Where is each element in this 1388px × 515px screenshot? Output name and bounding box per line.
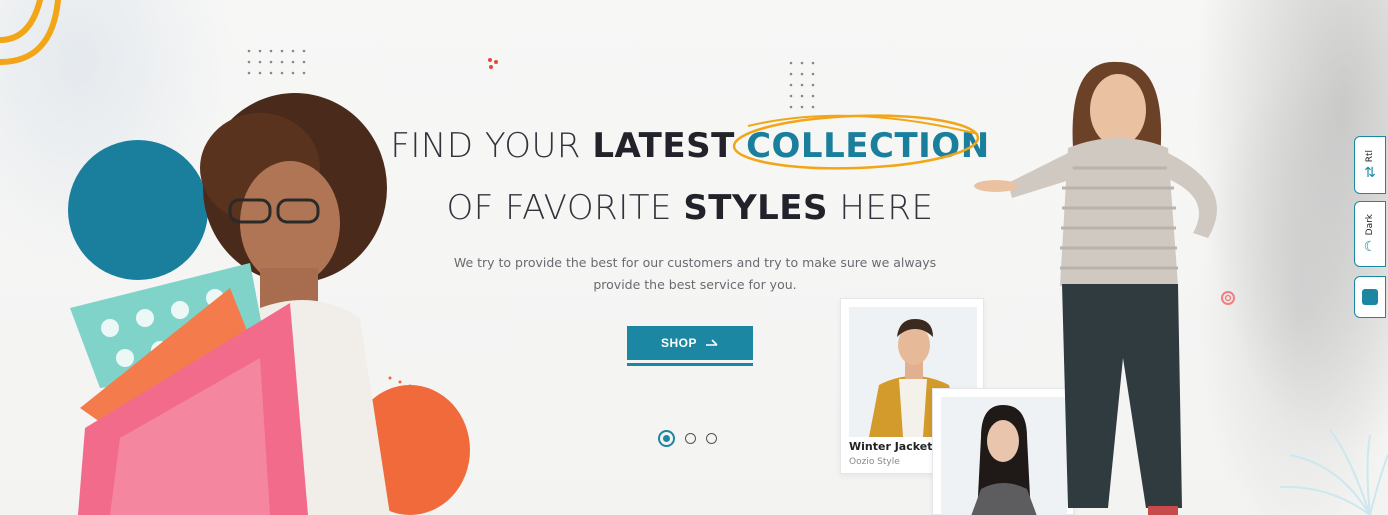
dot-grid-decoration xyxy=(247,49,306,75)
product-name: Winter Jacket xyxy=(849,440,933,453)
headline-light-text: OF FAVORITE xyxy=(446,188,672,228)
color-swatch-button[interactable] xyxy=(1354,276,1386,318)
slider-pagination xyxy=(658,430,717,447)
highlight-ring-decoration xyxy=(732,114,980,170)
rtl-label: Rtl xyxy=(1365,149,1375,163)
headline-bold-text: LATEST xyxy=(592,126,735,166)
orange-arc-decoration xyxy=(0,0,61,65)
red-dot-decoration xyxy=(488,58,498,69)
moon-icon: ☾ xyxy=(1363,238,1377,255)
dark-label: Dark xyxy=(1365,214,1375,236)
leaf-decoration xyxy=(1279,429,1388,515)
slide-dot-3[interactable] xyxy=(706,433,717,444)
swap-icon: ⇅ xyxy=(1364,165,1376,182)
rtl-toggle-button[interactable]: Rtl ⇅ xyxy=(1354,136,1386,194)
hero-banner: FIND YOUR LATEST COLLECTION OF FAVORITE … xyxy=(0,0,1388,515)
hero-description: We try to provide the best for our custo… xyxy=(440,252,950,296)
headline-bold-text: STYLES xyxy=(683,188,828,228)
model-woman-sweater-image xyxy=(974,61,1217,515)
slide-dot-1[interactable] xyxy=(658,430,675,447)
shop-button-underline xyxy=(627,363,753,366)
description-line: We try to provide the best for our custo… xyxy=(453,255,937,270)
slide-dot-2[interactable] xyxy=(685,433,696,444)
headline-line-2: OF FAVORITE STYLES HERE xyxy=(360,188,1020,228)
headline-light-text: FIND YOUR xyxy=(390,126,582,166)
color-swatch-icon xyxy=(1362,289,1378,305)
shop-button[interactable]: SHOP xyxy=(627,326,753,360)
shop-button-label: SHOP xyxy=(660,336,697,350)
model-woman-with-bags-image xyxy=(70,93,390,515)
dark-mode-toggle-button[interactable]: Dark ☾ xyxy=(1354,201,1386,267)
arrow-right-icon xyxy=(706,339,718,346)
description-line: provide the best service for you. xyxy=(593,277,797,292)
headline-light-text: HERE xyxy=(839,188,934,228)
product-brand: Oozio Style xyxy=(849,457,900,467)
